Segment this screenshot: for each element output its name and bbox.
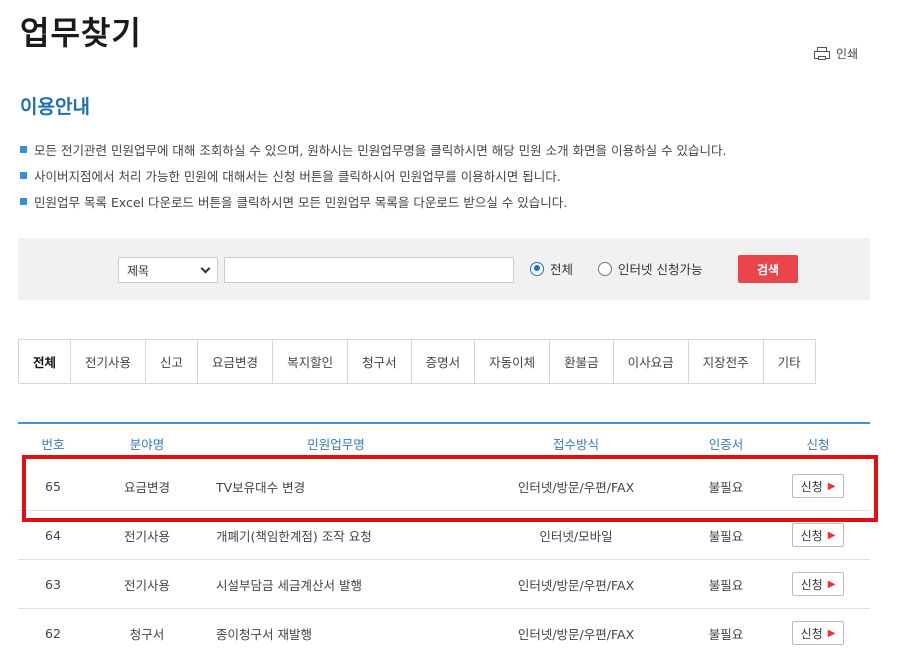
printer-icon: [814, 46, 830, 61]
tab-all[interactable]: 전체: [18, 340, 72, 383]
bullet-icon: [20, 197, 27, 205]
guide-note: 사이버지점에서 처리 가능한 민원에 대해서는 신청 버튼을 클릭하시어 민원업…: [20, 162, 727, 188]
table-header: 번호 분야명 민원업무명 접수방식 인증서 신청: [18, 422, 870, 462]
search-button[interactable]: 검색: [738, 255, 798, 283]
tab-refund[interactable]: 환불금: [550, 340, 614, 383]
service-table: 번호 분야명 민원업무명 접수방식 인증서 신청 65 요금변경 TV보유대수 …: [18, 422, 870, 656]
service-name-link[interactable]: 개폐기(책임한계점) 조작 요청: [206, 526, 466, 545]
radio-unchecked-icon: [598, 261, 612, 276]
service-name-link[interactable]: 시설부담금 세금계산서 발행: [206, 575, 466, 594]
radio-online-available[interactable]: 인터넷 신청가능: [598, 259, 702, 278]
tab-utility-pole[interactable]: 지장전주: [689, 340, 764, 383]
apply-button[interactable]: 신청 ▶: [791, 572, 845, 596]
table-row: 63 전기사용 시설부담금 세금계산서 발행 인터넷/방문/우편/FAX 불필요…: [18, 560, 870, 609]
search-panel: 제목 전체 인터넷 신청가능 검색: [18, 238, 870, 300]
section-title: 이용안내: [20, 96, 90, 118]
tab-welfare-discount[interactable]: 복지할인: [273, 340, 349, 383]
service-name-link[interactable]: 종이청구서 재발행: [206, 624, 466, 643]
arrow-right-icon: ▶: [827, 578, 836, 590]
tab-other[interactable]: 기타: [764, 340, 816, 383]
service-name-link[interactable]: TV보유대수 변경: [206, 477, 466, 496]
apply-button[interactable]: 신청 ▶: [791, 474, 845, 498]
apply-button[interactable]: 신청 ▶: [791, 621, 845, 645]
search-input[interactable]: [224, 257, 514, 283]
category-tabs: 전체 전기사용 신고 요금변경 복지할인 청구서 증명서 자동이체 환불금 이사…: [18, 339, 816, 384]
guide-note: 모든 전기관련 민원업무에 대해 조회하실 수 있으며, 원하시는 민원업무명을…: [20, 136, 727, 162]
page-title: 업무찾기: [20, 14, 142, 52]
table-row: 65 요금변경 TV보유대수 변경 인터넷/방문/우편/FAX 불필요 신청 ▶: [18, 462, 870, 511]
arrow-right-icon: ▶: [827, 529, 836, 541]
chevron-down-icon: [200, 263, 211, 273]
tab-certificate[interactable]: 증명서: [412, 340, 476, 383]
bullet-icon: [20, 145, 27, 153]
table-row: 64 전기사용 개폐기(책임한계점) 조작 요청 인터넷/모바일 불필요 신청 ▶: [18, 511, 870, 560]
print-label: 인쇄: [836, 47, 859, 61]
tab-report[interactable]: 신고: [146, 340, 199, 383]
tab-rate-change[interactable]: 요금변경: [198, 340, 274, 383]
table-row: 62 청구서 종이청구서 재발행 인터넷/방문/우편/FAX 불필요 신청 ▶: [18, 609, 870, 656]
radio-checked-icon: [530, 261, 544, 276]
arrow-right-icon: ▶: [827, 627, 836, 639]
bullet-icon: [20, 171, 27, 179]
tab-bill[interactable]: 청구서: [348, 340, 412, 383]
apply-button[interactable]: 신청 ▶: [791, 523, 845, 547]
radio-all[interactable]: 전체: [530, 259, 573, 278]
tab-autopay[interactable]: 자동이체: [475, 340, 551, 383]
guide-notes: 모든 전기관련 민원업무에 대해 조회하실 수 있으며, 원하시는 민원업무명을…: [20, 136, 727, 214]
print-button[interactable]: 인쇄: [814, 45, 858, 62]
guide-note: 민원업무 목록 Excel 다운로드 버튼을 클릭하시면 모든 민원업무 목록을…: [20, 188, 727, 214]
arrow-right-icon: ▶: [827, 480, 836, 492]
search-field-select[interactable]: 제목: [118, 257, 218, 283]
tab-moving-fee[interactable]: 이사요금: [614, 340, 689, 383]
tab-electric-use[interactable]: 전기사용: [71, 340, 147, 383]
